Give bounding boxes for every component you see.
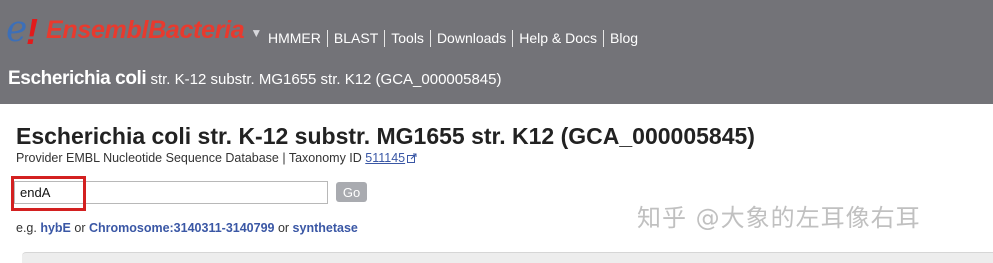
logo-e: e [6, 9, 28, 50]
masthead: e ! EnsemblBacteria ▼ HMMER BLAST Tools … [0, 0, 993, 104]
nav-tools[interactable]: Tools [385, 30, 430, 47]
provider-line: Provider EMBL Nucleotide Sequence Databa… [16, 151, 417, 165]
ensembl-bacteria-logo[interactable]: e ! EnsemblBacteria ▼ [6, 10, 262, 50]
search-input[interactable] [14, 181, 328, 204]
example-link-chromosome[interactable]: Chromosome:3140311-3140799 [89, 221, 275, 235]
logo-exclamation: ! [26, 11, 38, 52]
species-strain: str. K-12 substr. MG1655 str. K12 (GCA_0… [146, 71, 502, 88]
taxonomy-id-link[interactable]: 511145 [365, 151, 405, 165]
external-link-icon [407, 153, 417, 163]
nav-hmmer[interactable]: HMMER [262, 30, 327, 47]
examples-or: or [70, 221, 89, 235]
example-link-synthetase[interactable]: synthetase [293, 221, 358, 235]
logo-text: EnsemblBacteria [46, 15, 245, 44]
search-examples: e.g. hybE or Chromosome:3140311-3140799 … [16, 221, 358, 235]
page-title: Escherichia coli str. K-12 substr. MG165… [16, 123, 755, 149]
example-link-hybe[interactable]: hybE [40, 221, 71, 235]
top-nav: HMMER BLAST Tools Downloads Help & Docs … [262, 29, 644, 47]
nav-blast[interactable]: BLAST [328, 30, 384, 47]
species-bar[interactable]: Escherichia coli str. K-12 substr. MG165… [8, 68, 501, 90]
species-name: Escherichia coli [8, 68, 147, 89]
nav-downloads[interactable]: Downloads [431, 30, 512, 47]
go-button[interactable]: Go [336, 182, 367, 202]
provider-text: Provider EMBL Nucleotide Sequence Databa… [16, 151, 366, 165]
nav-help-docs[interactable]: Help & Docs [513, 30, 603, 47]
watermark-text: 知乎 @大象的左耳像右耳 [637, 204, 921, 232]
nav-blog[interactable]: Blog [604, 30, 644, 47]
content-panel-edge [22, 252, 993, 263]
chevron-down-icon[interactable]: ▼ [250, 26, 262, 40]
examples-prefix: e.g. [16, 221, 41, 235]
examples-or: or [274, 221, 293, 235]
